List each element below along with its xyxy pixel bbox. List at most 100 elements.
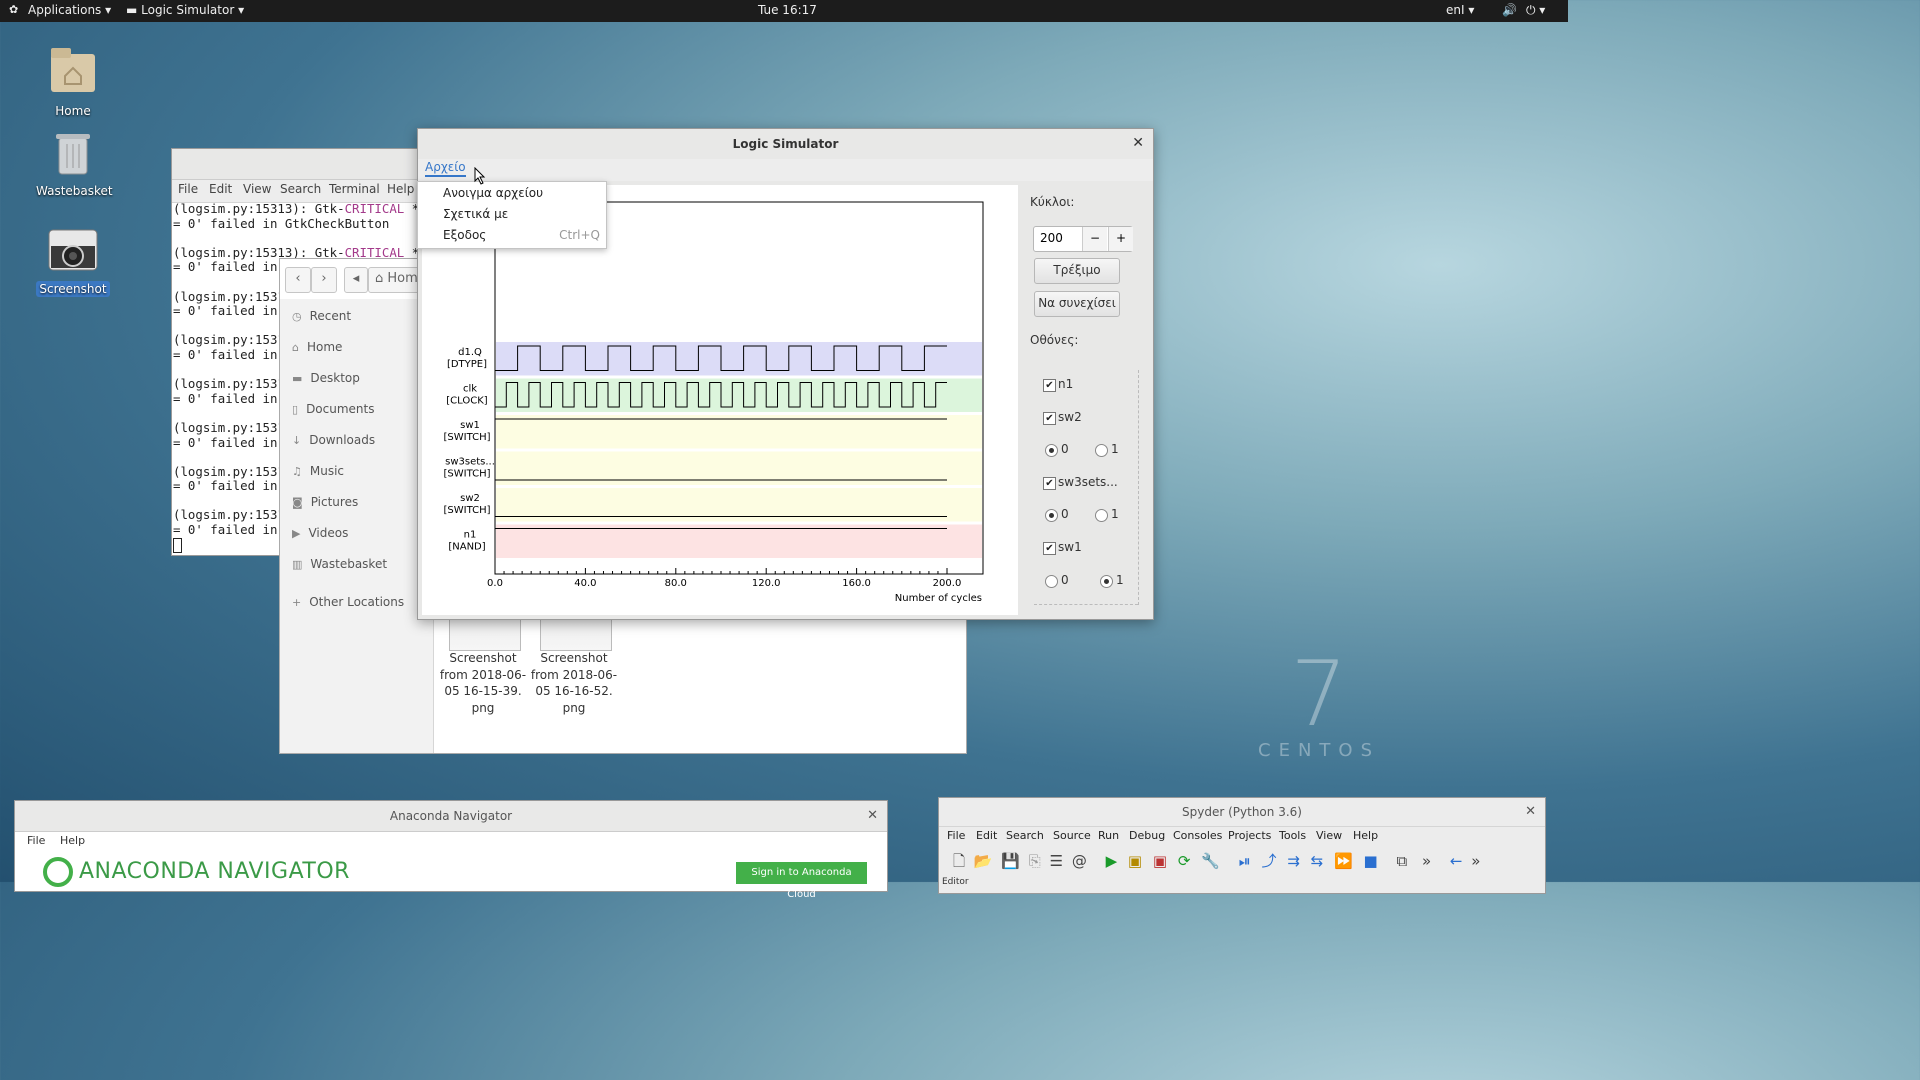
sign-in-button[interactable]: Sign in to Anaconda Cloud — [736, 862, 867, 900]
continue-icon[interactable]: ⏩ — [1334, 852, 1353, 870]
terminal-titlebar[interactable] — [172, 149, 432, 180]
more-icon[interactable]: » — [1471, 852, 1480, 870]
anaconda-navigator-window[interactable]: Anaconda Navigator ✕ File Help ANACONDA … — [14, 800, 888, 900]
cycles-spinbutton[interactable]: 200 − + — [1033, 226, 1133, 252]
switch-sw2-radio-1[interactable] — [1095, 444, 1108, 457]
file-thumbnail[interactable] — [540, 619, 612, 651]
forward-button[interactable]: › — [311, 267, 337, 293]
stop-icon[interactable]: ■ — [1363, 852, 1377, 870]
terminal-menu-help[interactable]: Help — [387, 182, 414, 196]
spyder-menu-projects[interactable]: Projects — [1228, 829, 1271, 842]
step-into-icon[interactable]: ⇉ — [1287, 852, 1300, 870]
sidebar-item-home[interactable]: ⌂ Home — [292, 340, 342, 354]
menu-item-exit[interactable]: Εξοδος Ctrl+Q — [443, 228, 600, 242]
spyder-menubar: File Edit Search Source Run Debug Consol… — [939, 826, 1545, 845]
back-button[interactable]: ‹ — [285, 267, 311, 293]
sidebar-item-downloads[interactable]: ↓ Downloads — [292, 433, 375, 447]
menu-item-about[interactable]: Σχετικά με — [443, 207, 508, 221]
switch-sw1-radio-0[interactable] — [1045, 575, 1058, 588]
rerun-icon[interactable]: ⟳ — [1178, 852, 1191, 870]
monitor-checkbox-sw1[interactable]: ✔ — [1043, 542, 1056, 555]
switch-sw1-radio-1[interactable] — [1100, 575, 1113, 588]
file-item-name[interactable]: Screenshot from 2018-06- 05 16-15-39. pn… — [438, 650, 528, 716]
spyder-menu-source[interactable]: Source — [1053, 829, 1091, 842]
anaconda-titlebar[interactable]: Anaconda Navigator ✕ — [15, 801, 887, 832]
spyder-menu-debug[interactable]: Debug — [1129, 829, 1165, 842]
at-icon[interactable]: @ — [1072, 852, 1087, 870]
desktop-icon-screenshot[interactable]: Screenshot — [33, 226, 113, 297]
run-icon[interactable]: ▶ — [1106, 852, 1118, 870]
menu-item-open-file[interactable]: Ανοιγμα αρχείου — [443, 186, 543, 200]
terminal-menu-file[interactable]: File — [178, 182, 198, 196]
close-icon[interactable]: ✕ — [867, 808, 878, 823]
anaconda-menu-help[interactable]: Help — [60, 834, 85, 847]
sidebar-item-desktop[interactable]: ▬ Desktop — [292, 371, 360, 385]
sidebar-item-documents[interactable]: ▯ Documents — [292, 402, 374, 416]
file-name-line: png — [562, 700, 586, 715]
clock-icon: ◷ — [292, 310, 302, 323]
volume-icon[interactable]: 🔊 — [1502, 3, 1517, 17]
step-icon[interactable]: ⤴ — [1261, 852, 1276, 870]
close-icon[interactable]: ✕ — [1525, 804, 1536, 819]
back-arrow-icon[interactable]: ← — [1450, 852, 1463, 870]
terminal-menu-view[interactable]: View — [243, 182, 271, 196]
app-menu[interactable]: ▬ Logic Simulator ▾ — [126, 3, 244, 17]
monitor-checkbox-sw3sets[interactable]: ✔ — [1043, 477, 1056, 490]
maximize-pane-icon[interactable]: ⧉ — [1396, 852, 1407, 870]
spyder-window[interactable]: Spyder (Python 3.6) ✕ File Edit Search S… — [938, 797, 1546, 894]
terminal-menu-search[interactable]: Search — [280, 182, 321, 196]
terminal-menu-terminal[interactable]: Terminal — [329, 182, 380, 196]
spyder-menu-consoles[interactable]: Consoles — [1173, 829, 1222, 842]
decrement-button[interactable]: − — [1082, 227, 1107, 251]
new-file-icon[interactable]: 🗋 — [953, 852, 965, 870]
terminal-menu-edit[interactable]: Edit — [209, 182, 232, 196]
sidebar-item-pictures[interactable]: ◙ Pictures — [292, 495, 358, 509]
terminal-text: = 0' failed in — [173, 478, 278, 494]
cycles-value[interactable]: 200 — [1040, 231, 1063, 245]
save-all-icon[interactable]: ⎘ — [1029, 852, 1041, 870]
spyder-menu-run[interactable]: Run — [1098, 829, 1119, 842]
path-scroll-left-button[interactable]: ◂ — [344, 267, 368, 293]
desktop-icon-home[interactable]: Home — [33, 46, 113, 119]
menu-file[interactable]: Αρχείο — [425, 160, 466, 177]
switch-sw3sets-radio-1[interactable] — [1095, 509, 1108, 522]
list-icon[interactable]: ☰ — [1050, 852, 1063, 870]
monitor-checkbox-sw2[interactable]: ✔ — [1043, 412, 1056, 425]
spyder-menu-tools[interactable]: Tools — [1279, 829, 1306, 842]
language-indicator[interactable]: enΙ ▾ — [1446, 3, 1474, 17]
clock[interactable]: Tue 16:17 — [758, 3, 817, 17]
spyder-menu-search[interactable]: Search — [1006, 829, 1044, 842]
power-icon[interactable]: ⏻ ▾ — [1526, 3, 1545, 18]
waveform-canvas[interactable]: d1.Q [DTYPE] clk [CLOCK] sw1 [SWITCH] sw3sets.… — [422, 185, 1019, 615]
sidebar-item-videos[interactable]: ▶ Videos — [292, 526, 348, 540]
file-thumbnail[interactable] — [449, 619, 521, 651]
save-icon[interactable]: 💾 — [1001, 852, 1020, 870]
debug-icon[interactable]: ⏯ — [1239, 852, 1251, 870]
spyder-menu-help[interactable]: Help — [1353, 829, 1378, 842]
step-return-icon[interactable]: ⇆ — [1311, 852, 1324, 870]
spyder-menu-file[interactable]: File — [947, 829, 965, 842]
sidebar-item-music[interactable]: ♫ Music — [292, 464, 344, 478]
anaconda-menu-file[interactable]: File — [27, 834, 45, 847]
spyder-menu-edit[interactable]: Edit — [976, 829, 997, 842]
applications-menu[interactable]: Applications ▾ — [28, 3, 111, 17]
wrench-icon[interactable]: 🔧 — [1201, 852, 1220, 870]
switch-sw2-radio-0[interactable] — [1045, 444, 1058, 457]
increment-button[interactable]: + — [1108, 227, 1133, 251]
monitor-checkbox-n1[interactable]: ✔ — [1043, 379, 1056, 392]
spyder-menu-view[interactable]: View — [1316, 829, 1342, 842]
run-button[interactable]: Τρέξιμο — [1034, 258, 1120, 284]
more-icon[interactable]: » — [1422, 852, 1431, 870]
open-file-icon[interactable]: 📂 — [974, 852, 993, 870]
sidebar-item-recent[interactable]: ◷ Recent — [292, 309, 351, 323]
sidebar-item-other-locations[interactable]: + Other Locations — [292, 595, 404, 609]
file-item-name[interactable]: Screenshot from 2018-06- 05 16-16-52. pn… — [529, 650, 619, 716]
switch-sw3sets-radio-0[interactable] — [1045, 509, 1058, 522]
continue-button[interactable]: Να συνεχίσει — [1034, 291, 1120, 317]
desktop-icon-wastebasket[interactable]: Wastebasket — [33, 130, 113, 199]
sidebar-item-wastebasket[interactable]: ▥ Wastebasket — [292, 557, 387, 571]
close-icon[interactable]: ✕ — [1132, 135, 1144, 151]
run-cell-advance-icon[interactable]: ▣ — [1153, 852, 1167, 870]
run-cell-icon[interactable]: ▣ — [1128, 852, 1142, 870]
